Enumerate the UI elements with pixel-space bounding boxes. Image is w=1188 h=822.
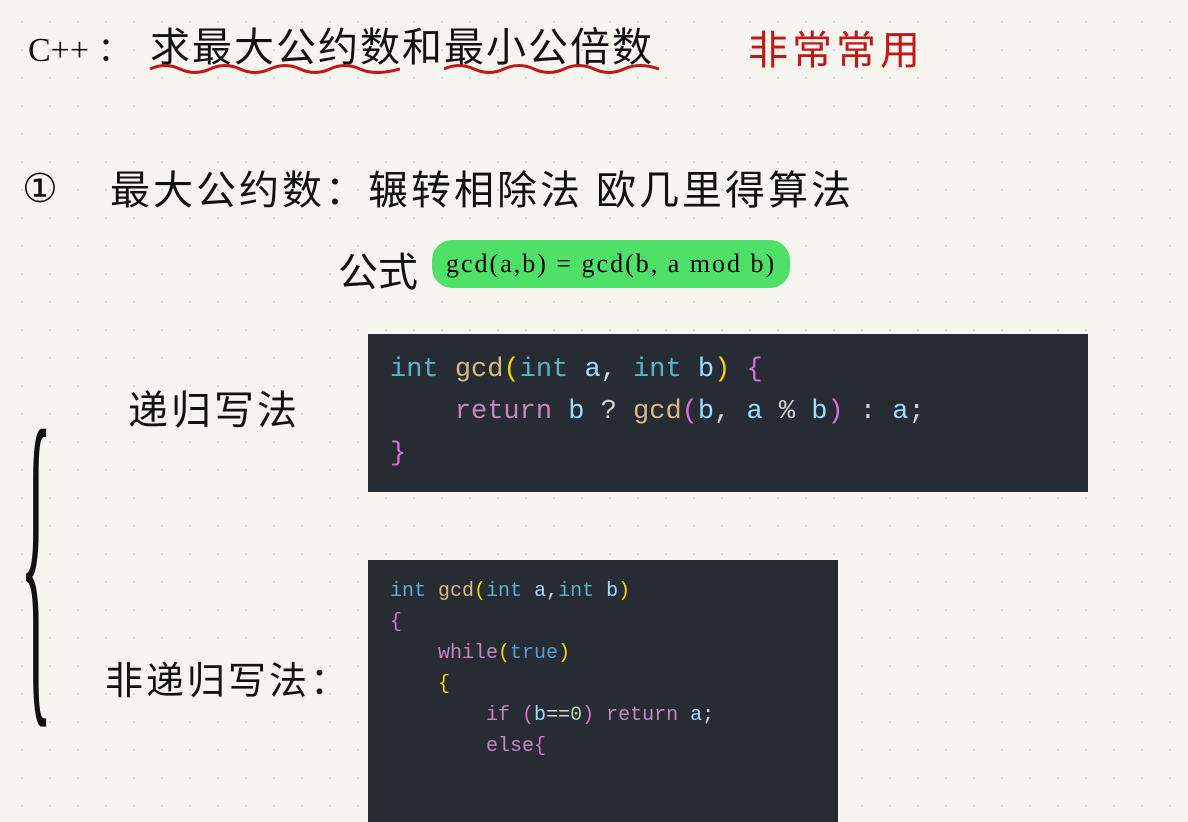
code-nonrecursive: int gcd(int a,int b) { while(true) { if … [368, 560, 838, 822]
underline-2 [444, 62, 659, 76]
underline-1 [150, 62, 400, 76]
title-prefix: C++ ： [28, 22, 132, 71]
section-heading: 最大公约数：辗转相除法 欧几里得算法 [110, 158, 854, 216]
formula-highlight: gcd(a,b) = gcd(b, a mod b) [432, 240, 790, 288]
title-connector: 和 [402, 15, 442, 73]
brace-large: { [20, 350, 52, 764]
label-recursive: 递归写法 [128, 378, 300, 436]
formula-text: gcd(a,b) = gcd(b, a mod b) [446, 249, 776, 279]
section-marker: ① [22, 165, 58, 212]
title-aside: 非常常用 [748, 18, 924, 76]
formula-label: 公式 [338, 240, 418, 298]
label-nonrecursive: 非递归写法： [105, 650, 351, 705]
code-recursive: int gcd(int a, int b) { return b ? gcd(b… [368, 334, 1088, 492]
